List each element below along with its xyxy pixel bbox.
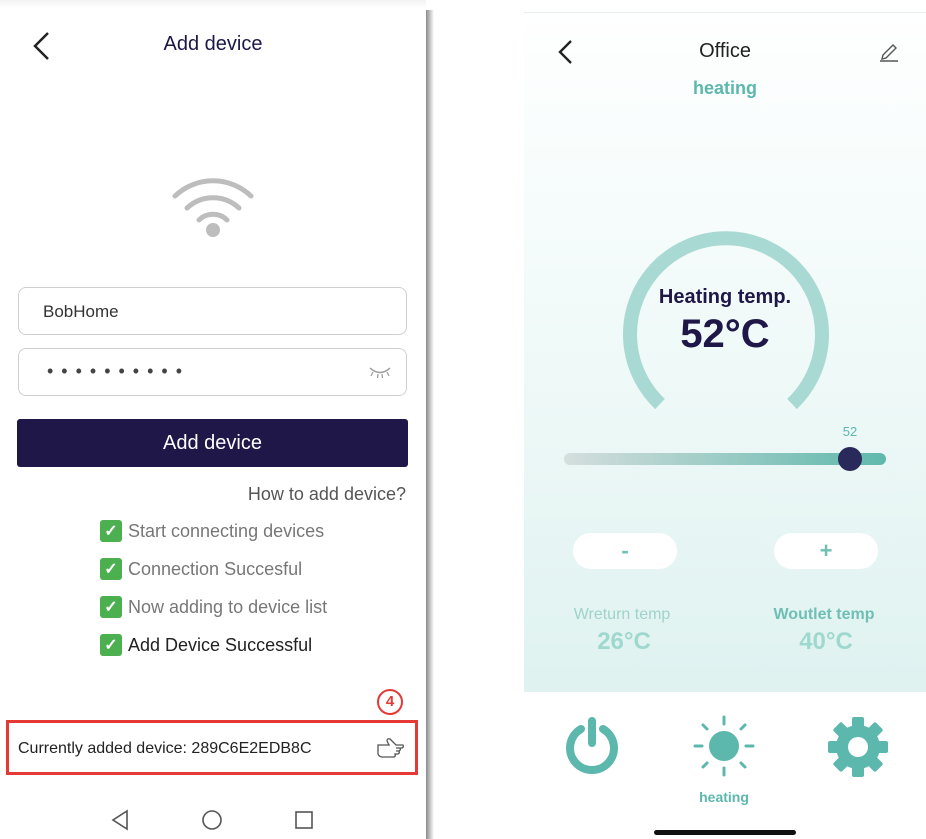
power-icon[interactable] xyxy=(563,717,621,775)
wifi-name-field[interactable]: BobHome xyxy=(18,287,407,335)
step-item: ✓ Start connecting devices xyxy=(100,520,324,542)
step-label: Add Device Successful xyxy=(128,634,313,655)
room-title: Office xyxy=(699,40,751,62)
checkmark-icon: ✓ xyxy=(100,634,122,656)
decrease-button[interactable]: - xyxy=(573,533,677,569)
outlet-temp-value: 40°C xyxy=(799,628,853,655)
step-item: ✓ Connection Succesful xyxy=(100,558,302,580)
screenshot-root: Add device BobHome •••••••••• Add device… xyxy=(0,0,926,839)
step-label: Start connecting devices xyxy=(128,520,325,541)
return-temp-label: Wreturn temp xyxy=(573,606,671,623)
nav-back-icon[interactable] xyxy=(110,809,130,831)
edit-pencil-icon[interactable] xyxy=(878,40,900,62)
pointing-hand-icon xyxy=(377,738,404,758)
wifi-icon xyxy=(172,178,254,237)
mode-status: heating xyxy=(692,78,757,98)
step-item: ✓ Now adding to device list xyxy=(100,596,327,618)
step-number-badge: 4 xyxy=(377,689,403,715)
slider-handle[interactable] xyxy=(838,447,862,471)
outlet-temp-label: Woutlet temp xyxy=(773,606,875,623)
top-edge xyxy=(0,0,426,8)
gauge-label: Heating temp. xyxy=(658,286,792,308)
step-label: Now adding to device list xyxy=(128,596,328,617)
checkmark-icon: ✓ xyxy=(100,520,122,542)
gauge-value: 52°C xyxy=(680,312,770,356)
checkmark-icon: ✓ xyxy=(100,558,122,580)
nav-recent-icon[interactable] xyxy=(293,809,315,831)
current-device-box: Currently added device: 289C6E2EDB8C xyxy=(6,720,418,775)
nav-home-icon[interactable] xyxy=(200,809,224,831)
mode-tab-label: heating xyxy=(699,789,749,805)
add-device-button[interactable]: Add device xyxy=(17,419,408,467)
password-field[interactable]: •••••••••• xyxy=(18,348,407,396)
heating-sun-icon[interactable] xyxy=(692,714,756,778)
thermostat-screen: Office heating Heating temp. 52°C 52 - +… xyxy=(524,0,926,839)
wifi-name-value: BobHome xyxy=(43,302,119,321)
top-divider xyxy=(524,12,926,13)
return-temp-value: 26°C xyxy=(597,628,651,655)
step-label: Connection Succesful xyxy=(128,558,303,579)
panel-shadow xyxy=(426,10,434,839)
password-mask: •••••••••• xyxy=(47,361,191,381)
step-item: ✓ Add Device Successful xyxy=(100,634,312,656)
add-device-screen: Add device BobHome •••••••••• Add device… xyxy=(0,0,426,839)
current-device-text: Currently added device: 289C6E2EDB8C xyxy=(18,740,312,757)
slider-value: 52 xyxy=(842,424,858,439)
hidden-eye-icon[interactable] xyxy=(368,365,392,379)
settings-gear-icon[interactable] xyxy=(826,715,890,779)
page-title: Add device xyxy=(163,33,263,55)
how-to-add-link[interactable]: How to add device? xyxy=(248,484,406,505)
checkmark-icon: ✓ xyxy=(100,596,122,618)
increase-button[interactable]: + xyxy=(774,533,878,569)
home-indicator[interactable] xyxy=(654,830,796,835)
